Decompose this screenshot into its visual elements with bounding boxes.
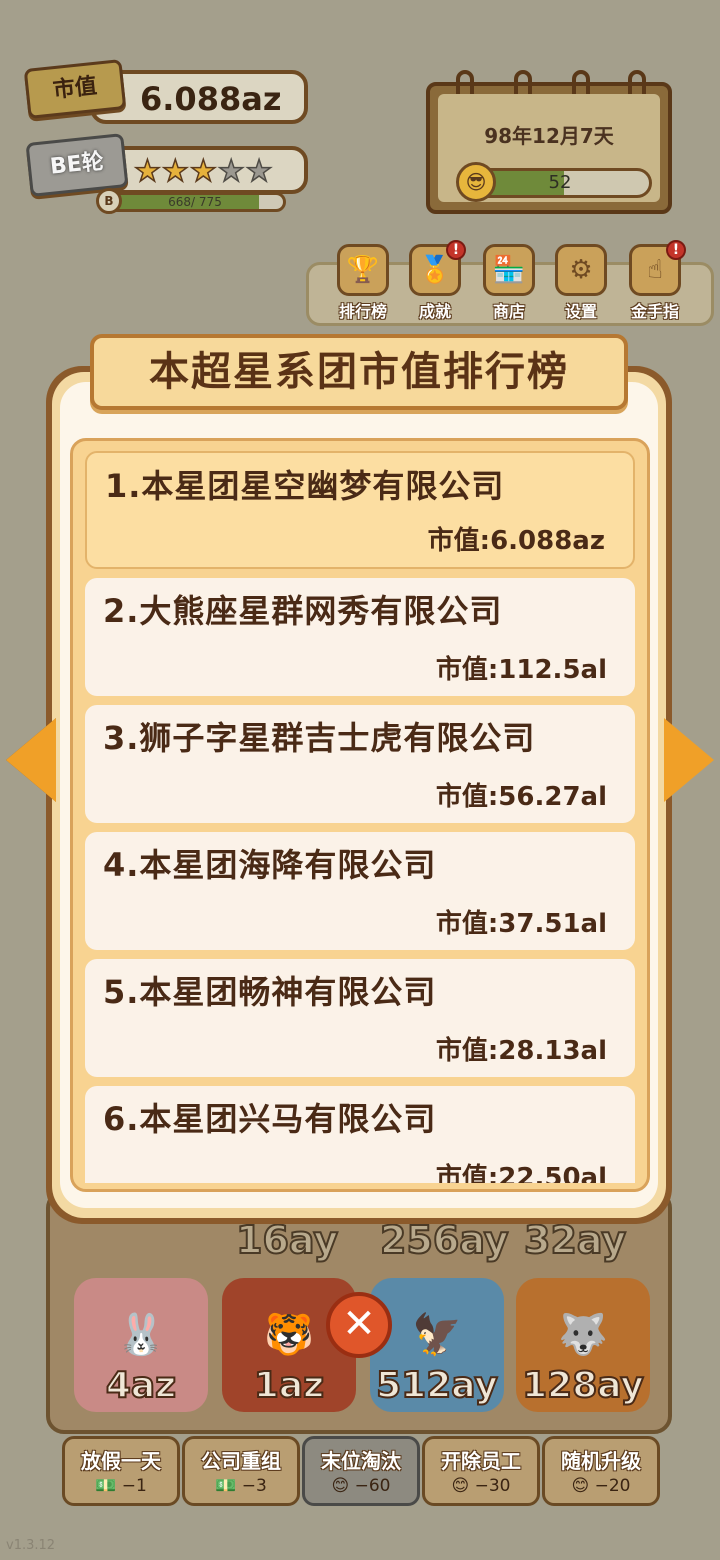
employee-value: 32ay: [523, 1217, 627, 1263]
leaderboard-row: 2.大熊座星群网秀有限公司 市值:112.5al: [85, 578, 635, 696]
employee-slot-wolf[interactable]: 🐺 128ay: [516, 1278, 650, 1412]
mood-value: 52: [548, 172, 572, 193]
action-cost: 😊 −60: [305, 1476, 417, 1496]
star-filled-icon: ★: [161, 153, 190, 190]
employee-value: 256ay: [379, 1217, 510, 1263]
sunglasses-face-icon: 😎: [456, 162, 496, 202]
company-name: 2.大熊座星群网秀有限公司: [103, 592, 503, 630]
action-cost-value: −20: [594, 1476, 631, 1496]
company-market-value: 市值:6.088az: [427, 526, 605, 556]
action-label: 公司重组: [201, 1449, 281, 1473]
action-cost-value: −3: [241, 1476, 267, 1496]
action-label: 随机升级: [561, 1449, 641, 1473]
smile-icon: 😊: [451, 1476, 470, 1496]
company-name: 3.狮子字星群吉士虎有限公司: [103, 719, 536, 757]
fire-employee-button[interactable]: 开除员工 😊 −30: [422, 1436, 540, 1506]
toolbar-label: 商店: [492, 302, 525, 321]
leaderboard-row: 3.狮子字星群吉士虎有限公司 市值:56.27al: [85, 705, 635, 823]
funding-round-tag: BE轮: [25, 133, 129, 197]
company-market-value: 市值:37.51al: [435, 909, 607, 939]
eliminate-last-button[interactable]: 末位淘汰 😊 −60: [302, 1436, 420, 1506]
version-text: v1.3.12: [6, 1538, 56, 1553]
leaderboard-row: 4.本星团海降有限公司 市值:37.51al: [85, 832, 635, 950]
employee-value: 128ay: [521, 1364, 645, 1407]
employee-slot-rabbit[interactable]: 🐰 4az: [74, 1278, 208, 1412]
company-name: 4.本星团海降有限公司: [103, 846, 437, 884]
leaderboard-row: 5.本星团畅神有限公司 市值:28.13al: [85, 959, 635, 1077]
day-off-button[interactable]: 放假一天 💵 −1: [62, 1436, 180, 1506]
previous-page-arrow-icon[interactable]: [6, 718, 56, 802]
cash-icon: 💵: [95, 1476, 117, 1496]
shop-button[interactable]: 🏪 商店: [474, 244, 544, 328]
calendar-page: 98年12月7天 52 😎: [438, 94, 660, 202]
settings-button[interactable]: ⚙ 设置: [546, 244, 616, 328]
company-market-value: 市值:112.5al: [435, 655, 607, 685]
action-cost: 😊 −30: [425, 1476, 537, 1496]
market-value-text: 6.088az: [140, 80, 282, 118]
action-cost-value: −60: [354, 1476, 391, 1496]
company-market-value: 市值:28.13al: [435, 1036, 607, 1066]
leaderboard-title: 本超星系团市值排行榜: [149, 349, 569, 395]
toolbar-label: 设置: [564, 302, 597, 321]
employee-slot-eagle[interactable]: 🦅 512ay: [370, 1278, 504, 1412]
smile-icon: 😊: [331, 1476, 350, 1496]
leaderboard-row: 1.本星团星空幽梦有限公司 市值:6.088az: [85, 451, 635, 569]
employee-value: 1az: [253, 1364, 325, 1407]
action-cost: 💵 −1: [65, 1476, 177, 1496]
company-market-value: 市值:56.27al: [435, 782, 607, 812]
trophy-icon: 🏆: [337, 244, 389, 296]
random-upgrade-button[interactable]: 随机升级 😊 −20: [542, 1436, 660, 1506]
star-empty-icon: ★: [217, 153, 246, 190]
star-rating: ★★★★★: [133, 153, 274, 190]
calendar-date: 98年12月7天: [484, 124, 614, 148]
market-value-tag: 市值: [23, 59, 127, 119]
action-label: 放假一天: [81, 1449, 161, 1473]
leaderboard-row: 6.本星团兴马有限公司 市值:22.50al: [85, 1086, 635, 1183]
action-cost-value: −1: [121, 1476, 147, 1496]
fire-close-icon[interactable]: ✕: [326, 1292, 392, 1358]
smile-icon: 😊: [571, 1476, 590, 1496]
action-label: 末位淘汰: [321, 1449, 401, 1473]
employee-value: 512ay: [375, 1364, 499, 1407]
calendar-widget: 98年12月7天 52 😎: [426, 70, 672, 214]
achievements-button[interactable]: 🏅 ! 成就: [400, 240, 470, 328]
shop-icon: 🏪: [483, 244, 535, 296]
eagle-icon: 🦅: [412, 1312, 462, 1358]
notification-badge-icon: !: [446, 240, 466, 260]
action-cost: 😊 −20: [545, 1476, 657, 1496]
wolf-icon: 🐺: [558, 1312, 608, 1358]
toolbar-label: 金手指: [630, 302, 679, 321]
funding-round-label: BE轮: [48, 149, 106, 180]
experience-text: 668/ 775: [168, 195, 222, 209]
company-name: 1.本星团星空幽梦有限公司: [105, 467, 505, 505]
company-name: 5.本星团畅神有限公司: [103, 973, 437, 1011]
star-empty-icon: ★: [245, 153, 274, 190]
company-name: 6.本星团兴马有限公司: [103, 1100, 437, 1138]
leaderboard-list-frame: 1.本星团星空幽梦有限公司 市值:6.088az 2.大熊座星群网秀有限公司 市…: [70, 438, 650, 1192]
coin-icon: B: [96, 188, 122, 214]
action-cost-value: −30: [474, 1476, 511, 1496]
action-cost: 💵 −3: [185, 1476, 297, 1496]
toolbar-label: 成就: [418, 302, 451, 321]
leaderboard-list[interactable]: 1.本星团星空幽梦有限公司 市值:6.088az 2.大熊座星群网秀有限公司 市…: [85, 451, 635, 1183]
experience-bar: 668/ 775: [104, 192, 286, 212]
restructure-button[interactable]: 公司重组 💵 −3: [182, 1436, 300, 1506]
rabbit-icon: 🐰: [116, 1312, 166, 1358]
cheat-button[interactable]: ☝ ! 金手指: [620, 240, 690, 328]
tiger-icon: 🐯: [264, 1312, 314, 1358]
leaderboard-title-banner: 本超星系团市值排行榜: [90, 334, 628, 410]
toolbar-label: 排行榜: [338, 302, 387, 321]
gear-icon: ⚙: [555, 244, 607, 296]
employee-value: 16ay: [235, 1217, 339, 1263]
star-filled-icon: ★: [133, 153, 162, 190]
action-label: 开除员工: [441, 1449, 521, 1473]
company-market-value: 市值:22.50al: [435, 1163, 607, 1183]
notification-badge-icon: !: [666, 240, 686, 260]
employee-value: 4az: [105, 1364, 177, 1407]
market-value-tag-label: 市值: [51, 73, 99, 104]
star-filled-icon: ★: [189, 153, 218, 190]
next-page-arrow-icon[interactable]: [664, 718, 714, 802]
cash-icon: 💵: [215, 1476, 237, 1496]
leaderboard-button[interactable]: 🏆 排行榜: [328, 244, 398, 328]
